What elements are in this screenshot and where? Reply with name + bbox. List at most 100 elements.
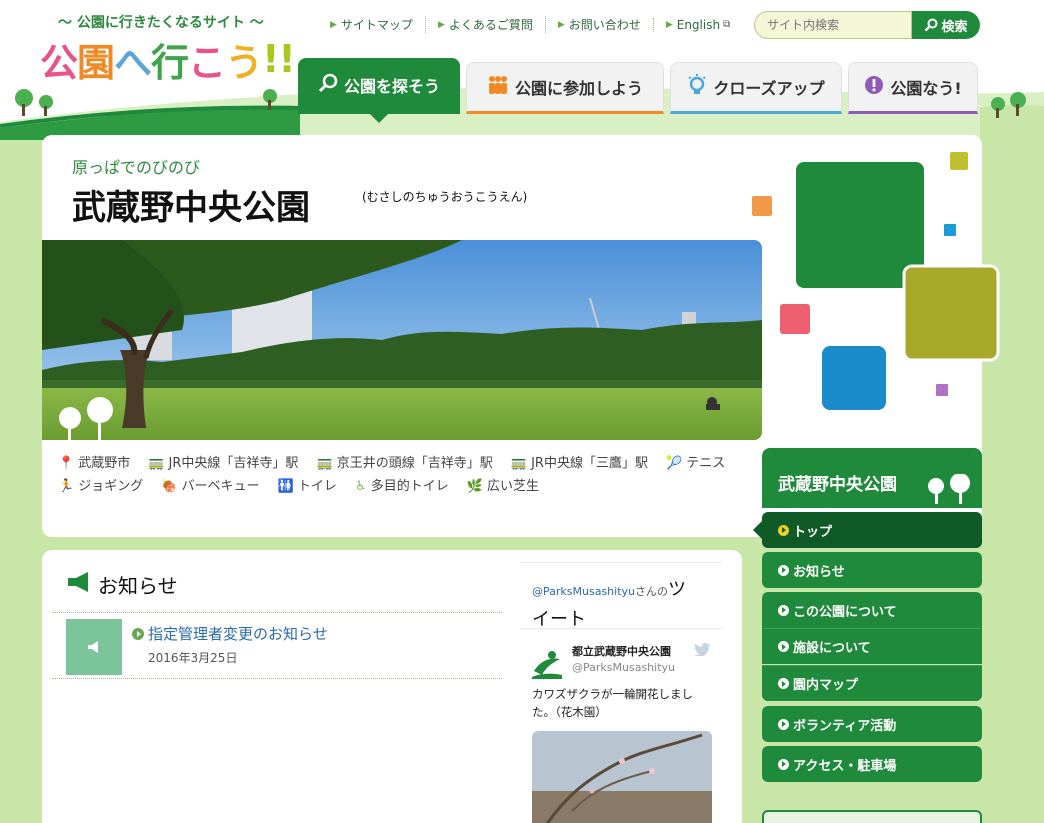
tab-find-parks[interactable]: 公園を探そう xyxy=(298,58,460,123)
logo-char: へ xyxy=(114,40,152,85)
tab-close-up[interactable]: クローズアップ xyxy=(670,62,842,114)
logo-char: 公 xyxy=(40,40,78,85)
chevron-circle-icon xyxy=(778,758,789,770)
tweet-author-name: 都立武蔵野中央公園 xyxy=(572,645,671,658)
tag-station: 🚃 JR中央線「三鷹」駅 xyxy=(511,452,648,475)
side-nav-item-access[interactable]: アクセス・駐車場 xyxy=(762,746,982,782)
main-nav: 公園を探そう 公園に参加しよう クローズアップ 公園なう! xyxy=(298,58,982,123)
news-date: 2016年3月25日 xyxy=(148,651,238,665)
side-nav-title[interactable]: 武蔵野中央公園 xyxy=(762,448,982,508)
logo-char: 園 xyxy=(77,40,115,85)
logo-char: 行 xyxy=(151,40,189,85)
search-input[interactable] xyxy=(754,11,912,39)
tag-label: トイレ xyxy=(297,479,337,494)
news-list: 指定管理者変更のお知らせ 2016年3月25日 xyxy=(52,612,502,679)
twitter-timeline: @ParksMusashityuさんのツ イート 都立武蔵野中央公園 @Park… xyxy=(520,562,722,823)
avatar xyxy=(532,651,562,679)
jogging-icon: 🏃 xyxy=(58,479,75,494)
tree-icon xyxy=(928,474,970,504)
news-heading-label: お知らせ xyxy=(98,574,178,598)
util-link-sitemap[interactable]: ▶ サイトマップ xyxy=(330,16,425,33)
triangle-right-icon: ▶ xyxy=(330,19,337,30)
tag-tennis: 🎾 テニス xyxy=(666,452,725,475)
triangle-right-icon: ▶ xyxy=(437,19,445,30)
util-link-english[interactable]: ▶ English ⧉ xyxy=(652,17,742,32)
magnifier-icon xyxy=(318,73,338,98)
train-icon: 🚃 xyxy=(510,456,528,471)
tag-label: ジョギング xyxy=(78,479,144,494)
tab-label: 公園を探そう xyxy=(343,77,440,96)
tag-label: 多目的トイレ xyxy=(370,479,449,494)
side-nav-item-volunteer[interactable]: ボランティア活動 xyxy=(762,706,982,742)
tag-label: バーベキュー xyxy=(181,479,260,494)
tab-join-parks[interactable]: 公園に参加しよう xyxy=(466,62,664,114)
tab-label: 公園なう! xyxy=(890,79,962,98)
site-logo[interactable]: 公 園 へ 行 こ う !! xyxy=(40,34,296,85)
tag-station: 🚃 JR中央線「吉祥寺」駅 xyxy=(148,452,298,475)
tag-lawn: 🌿 広い芝生 xyxy=(467,475,539,498)
side-nav-title-label: 武蔵野中央公園 xyxy=(778,475,897,495)
util-link-label: English xyxy=(676,17,721,32)
util-link-label: お問い合わせ xyxy=(568,18,641,32)
tag-station: 🚃 京王井の頭線「吉祥寺」駅 xyxy=(317,452,493,475)
news-item[interactable]: 指定管理者変更のお知らせ 2016年3月25日 xyxy=(52,613,502,679)
speaker-icon xyxy=(88,641,98,653)
park-hero-photo xyxy=(42,240,762,440)
side-banner[interactable] xyxy=(762,810,982,823)
page-title: 武蔵野中央公園 xyxy=(72,188,310,228)
tag-location: 📍 武蔵野市 xyxy=(58,452,130,475)
news-heading: お知らせ xyxy=(66,570,178,599)
tab-parks-now[interactable]: 公園なう! xyxy=(848,62,978,114)
side-nav-item-about[interactable]: この公園について xyxy=(762,592,982,628)
logo-char: う xyxy=(225,40,263,85)
tag-label: 京王井の頭線「吉祥寺」駅 xyxy=(336,456,493,471)
side-nav-label: この公園について xyxy=(793,604,897,620)
tag-label: 武蔵野市 xyxy=(78,456,131,471)
tag-label: 広い芝生 xyxy=(487,479,540,494)
lightbulb-icon xyxy=(687,73,707,101)
side-nav-label: アクセス・駐車場 xyxy=(793,758,897,774)
tag-toilet: 🚻 トイレ xyxy=(278,475,337,498)
chevron-circle-icon xyxy=(778,678,789,689)
side-nav-item-top[interactable]: トップ xyxy=(753,512,982,548)
tag-label: JR中央線「吉祥寺」駅 xyxy=(168,456,299,471)
tag-label: JR中央線「三鷹」駅 xyxy=(531,456,648,471)
chevron-circle-icon xyxy=(778,641,789,652)
side-nav-item-map[interactable]: 園内マップ xyxy=(762,665,982,701)
logo-char: こ xyxy=(188,40,226,85)
tag-barbecue: 🍖 バーベキュー xyxy=(161,475,259,498)
util-link-faq[interactable]: ▶ よくあるご質問 xyxy=(424,16,545,33)
location-pin-icon: 📍 xyxy=(58,456,75,471)
tweet-text: カワズザクラが一輪開花しました。（花木園） xyxy=(532,687,693,719)
decorative-squares xyxy=(752,152,1000,410)
news-thumbnail xyxy=(66,619,122,675)
side-nav-label: 施設について xyxy=(793,641,871,656)
site-tagline: 〜 公園に行きたくなるサイト 〜 xyxy=(58,15,264,31)
search-button[interactable]: 検索 xyxy=(912,11,980,39)
tweet-author[interactable]: 都立武蔵野中央公園 @ParksMusashityu xyxy=(520,641,722,685)
tweet-author-id: @ParksMusashityu xyxy=(572,661,675,674)
tweet-photo[interactable] xyxy=(532,731,712,823)
external-window-icon: ⧉ xyxy=(723,19,731,30)
util-link-label: よくあるご質問 xyxy=(448,18,533,32)
side-nav-label: ボランティア活動 xyxy=(793,718,897,734)
exclamation-icon xyxy=(864,75,884,100)
tab-label: 公園に参加しよう xyxy=(514,79,643,98)
twitter-header: @ParksMusashityuさんのツ イート xyxy=(520,563,722,630)
chevron-circle-icon xyxy=(778,604,789,616)
toilet-icon: 🚻 xyxy=(277,479,294,494)
side-nav-item-news[interactable]: お知らせ xyxy=(762,552,982,588)
twitter-handle-link[interactable]: @ParksMusashityu xyxy=(532,585,635,598)
utility-nav: ▶ サイトマップ ▶ よくあるご質問 ▶ お問い合わせ ▶ English ⧉ xyxy=(330,16,742,33)
news-title-link[interactable]: 指定管理者変更のお知らせ xyxy=(132,623,328,644)
chevron-circle-icon xyxy=(778,564,789,576)
twitter-title-tail: ツ xyxy=(668,579,686,600)
logo-char: !! xyxy=(262,37,296,81)
util-link-contact[interactable]: ▶ お問い合わせ xyxy=(544,16,653,33)
side-nav-item-facilities[interactable]: 施設について xyxy=(762,628,982,664)
train-icon: 🚃 xyxy=(316,456,333,471)
train-icon: 🚃 xyxy=(148,456,165,471)
twitter-title: @ParksMusashityuさんのツ xyxy=(532,575,722,601)
wheelchair-icon: ♿ xyxy=(355,479,367,494)
side-nav-label: 園内マップ xyxy=(793,678,859,693)
